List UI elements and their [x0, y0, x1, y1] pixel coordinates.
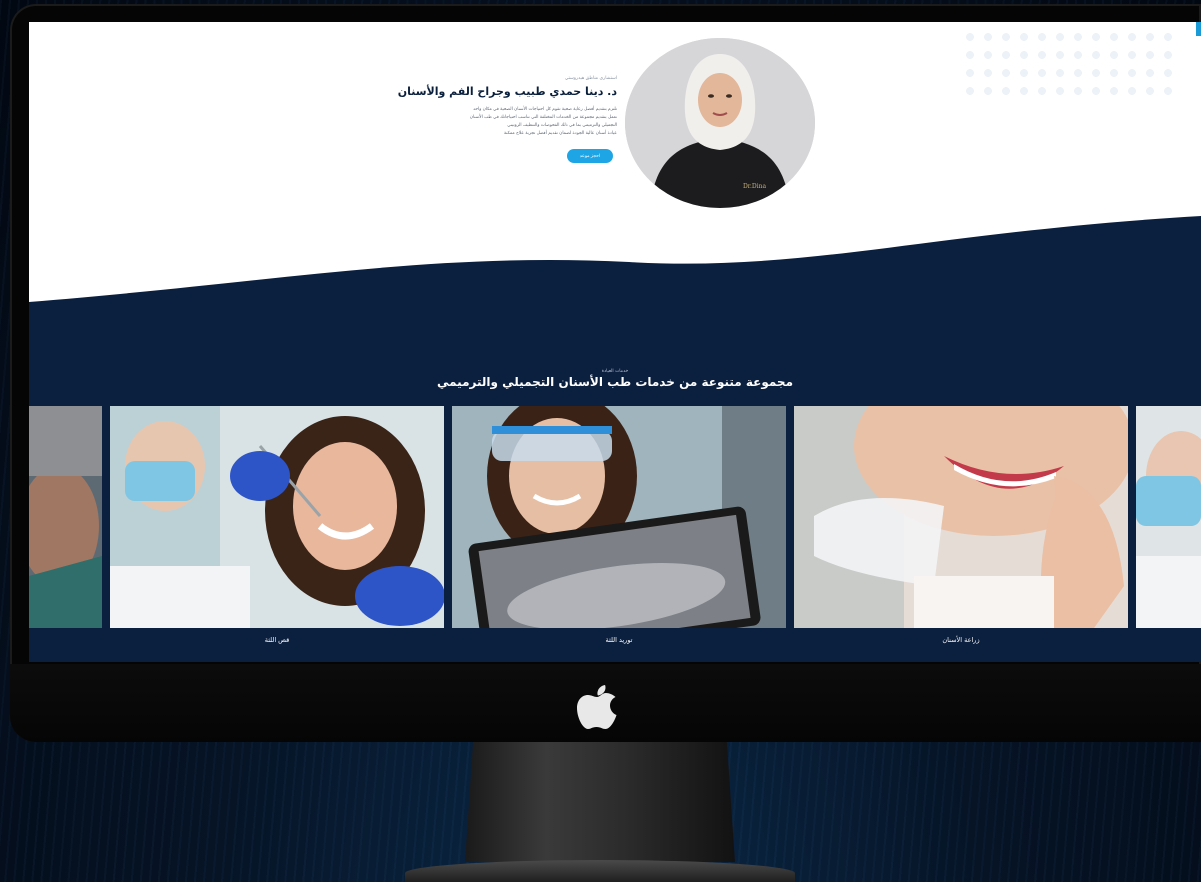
website-screen: استشاري مناطق هيدروستي د. دينا حمدي طبيب…	[29, 22, 1201, 662]
hero-eyebrow: استشاري مناطق هيدروستي	[564, 76, 617, 81]
bio-line: عيادة أسنان عالية الجودة لضمان تقديم أفض…	[503, 131, 617, 136]
service-card-caption[interactable]: زراعة الأسنان	[794, 636, 1128, 644]
doctor-bio: تلتزم بتقديم أفضل رعاية صحية تقوم كل احت…	[427, 106, 617, 138]
svg-text:Dr.Dina: Dr.Dina	[743, 183, 767, 190]
services-eyebrow: خدمات العيادة	[601, 369, 629, 374]
monitor-stand-neck	[465, 742, 735, 862]
service-card[interactable]	[794, 406, 1128, 628]
service-card-partial-left[interactable]	[29, 406, 102, 628]
hero-wave-divider	[29, 216, 1201, 332]
services-section: خدمات العيادة مجموعة متنوعة من خدمات طب …	[29, 322, 1201, 662]
bio-line: نعمل بتقديم مجموعة من الخدمات المختلفة ا…	[469, 115, 617, 120]
monitor-stand-base	[405, 860, 795, 882]
book-appointment-button[interactable]: احجز موعد	[567, 149, 613, 163]
service-card[interactable]	[110, 406, 444, 628]
doctor-name-heading: د. دينا حمدي طبيب وجراح الفم والأسنان	[397, 85, 617, 98]
doctor-intro: استشاري مناطق هيدروستي د. دينا حمدي طبيب…	[397, 76, 617, 138]
decorative-dots	[961, 28, 1181, 98]
service-card-caption[interactable]: قص اللثة	[110, 636, 444, 644]
bio-line: تلتزم بتقديم أفضل رعاية صحية تقوم كل احت…	[473, 107, 617, 112]
service-card-caption[interactable]: توريد اللثة	[452, 636, 786, 644]
scrollbar-edge	[1196, 22, 1201, 36]
hero-section: استشاري مناطق هيدروستي د. دينا حمدي طبيب…	[29, 22, 1201, 332]
service-card-partial-right[interactable]	[1136, 406, 1201, 628]
doctor-portrait-image: Dr.Dina	[625, 38, 815, 208]
apple-logo-icon	[577, 685, 617, 729]
bio-line: التجميلي والترميمي بما في ذلك الفحوصات و…	[507, 123, 617, 128]
services-title: مجموعة متنوعة من خدمات طب الأسنان التجمي…	[437, 375, 793, 389]
service-card[interactable]	[452, 406, 786, 628]
